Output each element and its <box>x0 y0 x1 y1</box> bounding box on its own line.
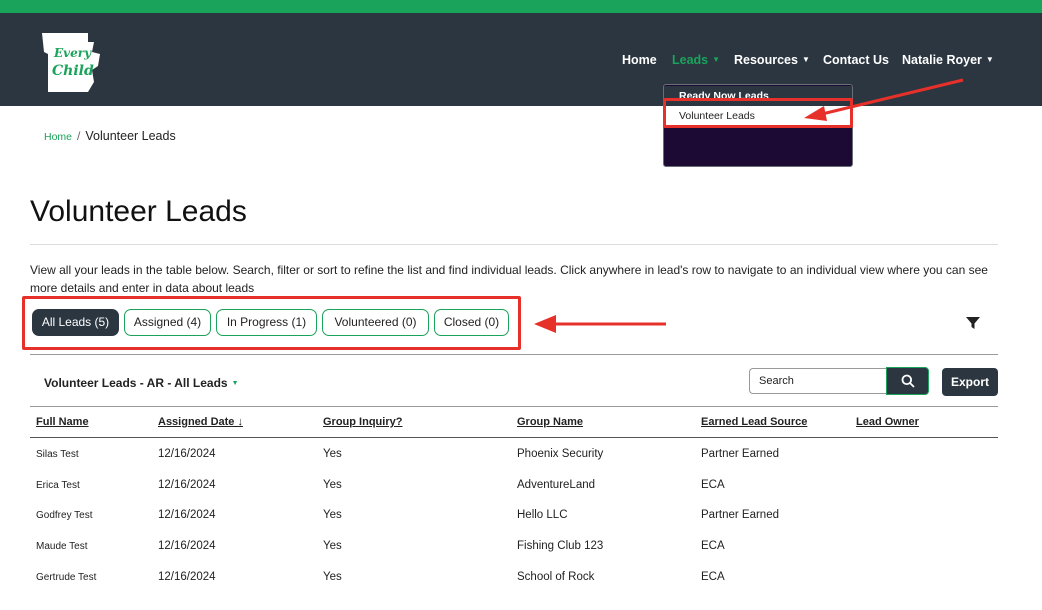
header-group-inquiry[interactable]: Group Inquiry? <box>323 416 402 428</box>
cell-assigned-date: 12/16/2024 <box>158 448 216 460</box>
page-description: View all your leads in the table below. … <box>30 263 988 295</box>
header-group-name[interactable]: Group Name <box>517 416 583 428</box>
svg-text:Child: Child <box>52 63 94 79</box>
leads-dropdown-menu: Ready Now Leads Volunteer Leads <box>663 84 853 167</box>
filter-all-leads[interactable]: All Leads (5) <box>32 309 119 336</box>
filter-assigned[interactable]: Assigned (4) <box>124 309 211 336</box>
filters-divider <box>30 354 998 355</box>
cell-group-name: Fishing Club 123 <box>517 540 604 552</box>
cell-group-inquiry: Yes <box>323 509 342 521</box>
header-divider <box>30 437 998 438</box>
cell-assigned-date: 12/16/2024 <box>158 509 216 521</box>
cell-group-inquiry: Yes <box>323 479 342 491</box>
cell-group-name: AdventureLand <box>517 479 596 491</box>
svg-text:Every: Every <box>53 46 92 60</box>
cell-full-name: Maude Test <box>36 541 88 552</box>
search-input[interactable] <box>749 368 887 394</box>
export-button[interactable]: Export <box>942 368 998 396</box>
nav-resources-label: Resources <box>734 53 798 67</box>
cell-assigned-date: 12/16/2024 <box>158 571 216 583</box>
cell-assigned-date: 12/16/2024 <box>158 479 216 491</box>
cell-group-inquiry: Yes <box>323 540 342 552</box>
chevron-down-icon: ▼ <box>985 55 994 64</box>
cell-lead-source: ECA <box>701 571 725 583</box>
chevron-down-icon: ▼ <box>231 380 239 387</box>
header-lead-owner[interactable]: Lead Owner <box>856 416 919 428</box>
top-accent-bar <box>0 0 1042 13</box>
filter-closed[interactable]: Closed (0) <box>434 309 509 336</box>
cell-group-name: Hello LLC <box>517 509 568 521</box>
search-button[interactable] <box>886 367 929 395</box>
breadcrumb-current: Volunteer Leads <box>85 129 176 143</box>
breadcrumb-home-link[interactable]: Home <box>44 131 72 143</box>
navbar: Every Child Home Leads ▼ Resources ▼ Conta… <box>0 13 1042 106</box>
cell-group-inquiry: Yes <box>323 448 342 460</box>
search-icon <box>901 374 915 388</box>
filter-volunteered[interactable]: Volunteered (0) <box>322 309 429 336</box>
arrow-icon <box>534 315 666 333</box>
cell-full-name: Erica Test <box>36 480 80 491</box>
breadcrumb: Home / Volunteer Leads <box>44 129 176 143</box>
title-divider <box>30 244 998 245</box>
header-full-name[interactable]: Full Name <box>36 416 89 428</box>
cell-lead-source: Partner Earned <box>701 448 779 460</box>
chevron-down-icon: ▼ <box>712 55 721 64</box>
table-view-selector[interactable]: Volunteer Leads - AR - All Leads ▼ <box>44 376 239 390</box>
logo-icon[interactable]: Every Child <box>36 30 108 94</box>
header-earned-lead-source[interactable]: Earned Lead Source <box>701 416 807 428</box>
cell-full-name: Gertrude Test <box>36 572 97 583</box>
dropdown-item-ready-now-leads[interactable]: Ready Now Leads <box>664 86 852 106</box>
nav-resources[interactable]: Resources ▼ <box>734 53 810 73</box>
filter-in-progress[interactable]: In Progress (1) <box>216 309 317 336</box>
breadcrumb-separator: / <box>77 129 81 143</box>
chevron-down-icon: ▼ <box>801 55 810 64</box>
nav-user-menu[interactable]: Natalie Royer ▼ <box>902 53 994 73</box>
cell-group-name: Phoenix Security <box>517 448 604 460</box>
cell-assigned-date: 12/16/2024 <box>158 540 216 552</box>
cell-group-name: School of Rock <box>517 571 595 583</box>
table-top-divider <box>30 406 998 407</box>
filter-icon[interactable] <box>966 316 980 330</box>
cell-group-inquiry: Yes <box>323 571 342 583</box>
header-assigned-date[interactable]: Assigned Date ↓ <box>158 416 243 428</box>
nav-contact[interactable]: Contact Us <box>823 53 889 73</box>
cell-full-name: Godfrey Test <box>36 510 93 521</box>
dropdown-item-volunteer-leads[interactable]: Volunteer Leads <box>664 106 852 126</box>
table-view-title: Volunteer Leads - AR - All Leads <box>44 376 228 390</box>
cell-lead-source: ECA <box>701 479 725 491</box>
nav-leads-label: Leads <box>672 53 709 67</box>
cell-lead-source: Partner Earned <box>701 509 779 521</box>
nav-user-label: Natalie Royer <box>902 53 982 67</box>
cell-full-name: Silas Test <box>36 449 79 460</box>
page-title: Volunteer Leads <box>30 195 247 228</box>
cell-lead-source: ECA <box>701 540 725 552</box>
nav-home[interactable]: Home <box>622 53 657 73</box>
nav-leads[interactable]: Leads ▼ <box>672 53 720 73</box>
